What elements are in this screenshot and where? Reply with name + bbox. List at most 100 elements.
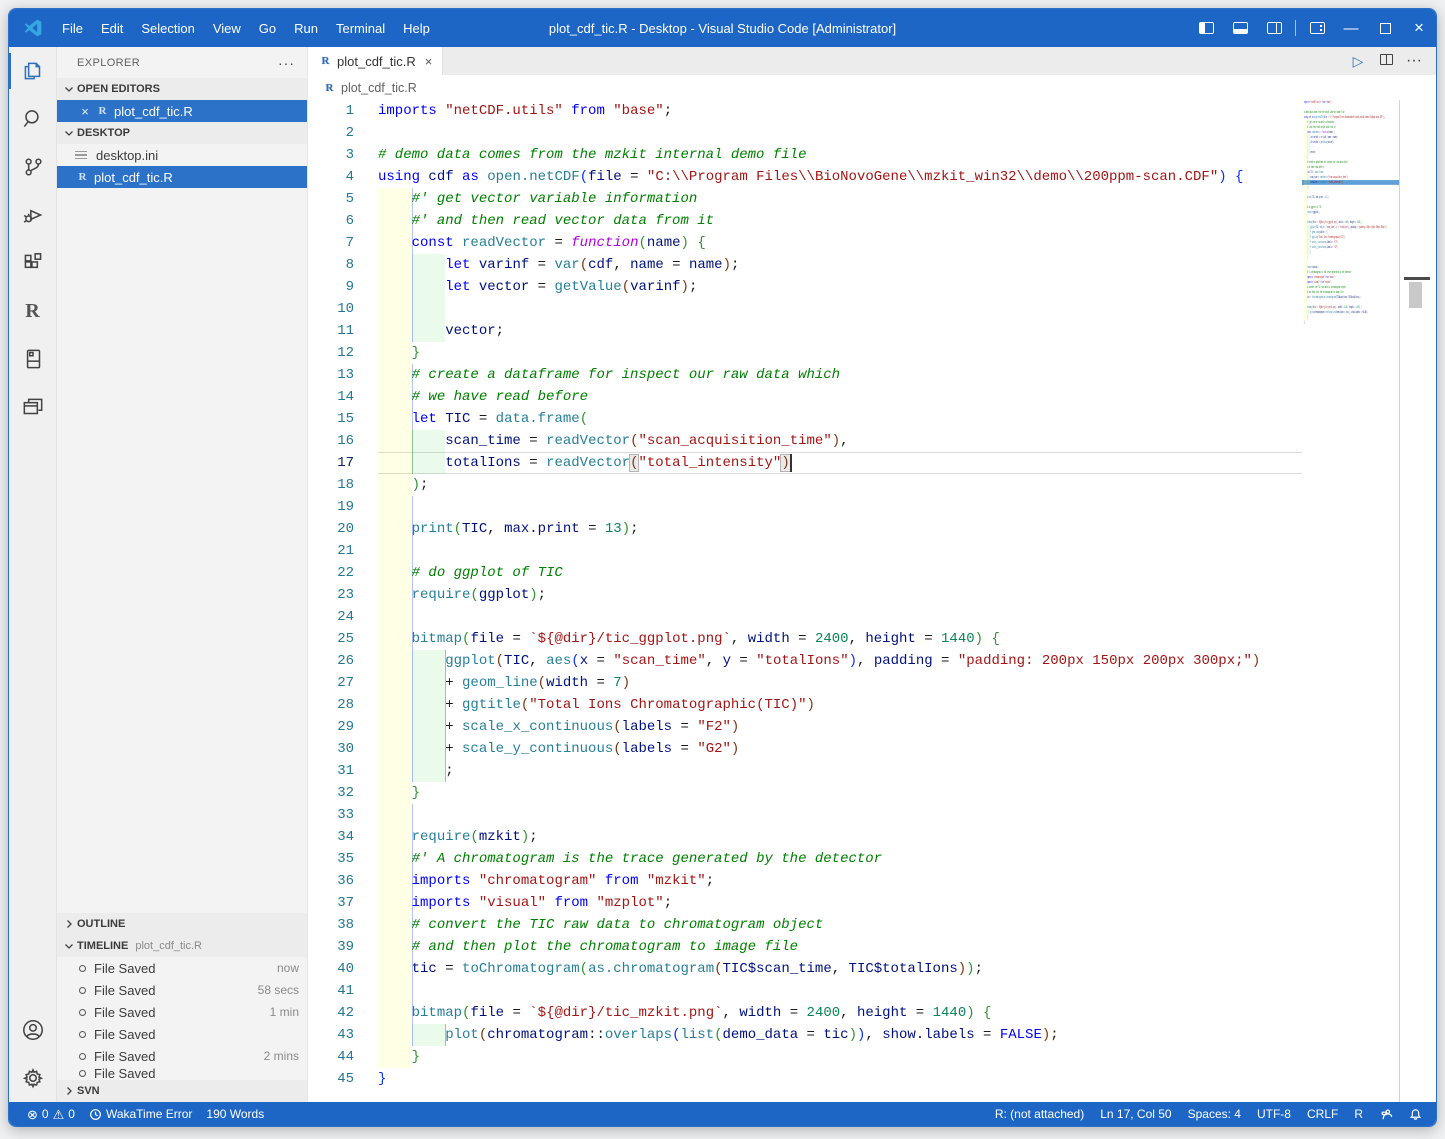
language-mode-status[interactable]: R [1354, 1107, 1363, 1121]
minimap[interactable]: imports "netCDF.utils" from "base";# dem… [1302, 100, 1399, 1102]
sidebar-item-run-debug[interactable] [9, 191, 57, 239]
menu-edit[interactable]: Edit [92, 9, 132, 47]
code-line[interactable]: const readVector = function(name) { [378, 232, 1302, 254]
tab-plot-cdf-tic[interactable]: R plot_cdf_tic.R × [308, 47, 443, 75]
code-line[interactable]: } [378, 782, 1302, 804]
code-line[interactable]: bitmap(file = `${@dir}/tic_mzkit.png`, w… [378, 1002, 1302, 1024]
code-line[interactable] [378, 804, 1302, 826]
sidebar-item-extensions[interactable] [9, 239, 57, 287]
section-desktop[interactable]: DESKTOP [57, 122, 307, 144]
code-line[interactable]: #' A chromatogram is the trace generated… [378, 848, 1302, 870]
sidebar-item-plot-viewer[interactable] [9, 383, 57, 431]
code-line[interactable]: imports "netCDF.utils" from "base"; [378, 100, 1302, 122]
sidebar-item-r[interactable]: R [9, 287, 57, 335]
account-button[interactable] [9, 1006, 57, 1054]
code-line[interactable]: require(ggplot); [378, 584, 1302, 606]
minimize-button[interactable]: — [1334, 9, 1368, 47]
timeline-item[interactable]: File Saved [57, 1023, 307, 1045]
breadcrumb[interactable]: R plot_cdf_tic.R [308, 75, 1436, 100]
toggle-secondary-sidebar-icon[interactable] [1257, 9, 1291, 47]
code-line[interactable]: using cdf as open.netCDF(file = "C:\\Pro… [378, 166, 1302, 188]
code-area[interactable]: imports "netCDF.utils" from "base";# dem… [378, 100, 1302, 1102]
indentation-status[interactable]: Spaces: 4 [1188, 1107, 1241, 1121]
code-line[interactable]: ; [378, 760, 1302, 782]
code-line[interactable]: bitmap(file = `${@dir}/tic_ggplot.png`, … [378, 628, 1302, 650]
code-line[interactable]: scan_time = readVector("scan_acquisition… [378, 430, 1302, 452]
file-item-desktop-ini[interactable]: desktop.ini [57, 144, 307, 166]
code-editor[interactable]: 1234567891011121314151617181920212223242… [308, 100, 1302, 1102]
code-line[interactable]: } [378, 1068, 1302, 1090]
code-line[interactable]: let TIC = data.frame( [378, 408, 1302, 430]
run-source-button[interactable]: ▷ [1346, 53, 1370, 70]
timeline-item[interactable]: File Saved [57, 1067, 307, 1080]
close-icon[interactable]: × [77, 104, 93, 119]
feedback-button[interactable] [1379, 1108, 1393, 1121]
code-line[interactable]: imports "visual" from "mzplot"; [378, 892, 1302, 914]
maximize-button[interactable] [1368, 9, 1402, 47]
code-line[interactable]: #' get vector variable information [378, 188, 1302, 210]
menu-terminal[interactable]: Terminal [327, 9, 394, 47]
section-svn[interactable]: SVN [57, 1080, 307, 1102]
close-button[interactable]: × [1402, 9, 1436, 47]
menu-go[interactable]: Go [250, 9, 285, 47]
code-line[interactable]: + geom_line(width = 7) [378, 672, 1302, 694]
r-session-status[interactable]: R: (not attached) [995, 1107, 1084, 1121]
section-timeline[interactable]: TIMELINE plot_cdf_tic.R [57, 935, 307, 957]
problems-button[interactable]: ⊗ 0 ⚠ 0 [27, 1107, 75, 1121]
code-line[interactable] [378, 496, 1302, 518]
sidebar-item-explorer[interactable] [9, 47, 57, 95]
split-editor-button[interactable] [1374, 52, 1398, 70]
code-line[interactable]: # and then plot the chromatogram to imag… [378, 936, 1302, 958]
code-line[interactable]: + scale_x_continuous(labels = "F2") [378, 716, 1302, 738]
code-line[interactable]: } [378, 1046, 1302, 1068]
eol-status[interactable]: CRLF [1307, 1107, 1338, 1121]
code-line[interactable]: # convert the TIC raw data to chromatogr… [378, 914, 1302, 936]
code-line[interactable] [378, 298, 1302, 320]
code-line[interactable]: tic = toChromatogram(as.chromatogram(TIC… [378, 958, 1302, 980]
code-line[interactable]: let vector = getValue(varinf); [378, 276, 1302, 298]
close-icon[interactable]: × [425, 54, 433, 69]
scrollbar-thumb[interactable] [1409, 282, 1422, 308]
timeline-item[interactable]: File Saved 2 mins [57, 1045, 307, 1067]
code-line[interactable]: print(TIC, max.print = 13); [378, 518, 1302, 540]
menu-run[interactable]: Run [285, 9, 327, 47]
code-line[interactable]: # do ggplot of TIC [378, 562, 1302, 584]
code-line[interactable]: # we have read before [378, 386, 1302, 408]
code-line[interactable]: ggplot(TIC, aes(x = "scan_time", y = "to… [378, 650, 1302, 672]
customize-layout-icon[interactable] [1300, 9, 1334, 47]
menu-selection[interactable]: Selection [132, 9, 203, 47]
code-line[interactable]: + scale_y_continuous(labels = "G2") [378, 738, 1302, 760]
code-line[interactable]: } [378, 342, 1302, 364]
code-line[interactable]: plot(chromatogram::overlaps(list(demo_da… [378, 1024, 1302, 1046]
wakatime-status[interactable]: WakaTime Error [89, 1107, 192, 1121]
code-area[interactable]: imports "netCDF.utils" from "base";# dem… [1304, 100, 1398, 325]
menu-file[interactable]: File [53, 9, 92, 47]
section-outline[interactable]: OUTLINE [57, 913, 307, 935]
code-line[interactable]: #' and then read vector data from it [378, 210, 1302, 232]
file-item-plot-cdf-tic[interactable]: R plot_cdf_tic.R [57, 166, 307, 188]
code-line[interactable]: imports "chromatogram" from "mzkit"; [378, 870, 1302, 892]
sidebar-item-help-viewer[interactable] [9, 335, 57, 383]
code-line[interactable]: totalIons = readVector("total_intensity"… [378, 452, 1302, 474]
code-line[interactable]: # create a dataframe for inspect our raw… [378, 364, 1302, 386]
toggle-panel-icon[interactable] [1223, 9, 1257, 47]
encoding-status[interactable]: UTF-8 [1257, 1107, 1291, 1121]
sidebar-item-search[interactable] [9, 95, 57, 143]
open-editor-item[interactable]: × R plot_cdf_tic.R [57, 100, 307, 122]
cursor-position-status[interactable]: Ln 17, Col 50 [1100, 1107, 1171, 1121]
code-line[interactable]: ); [378, 474, 1302, 496]
code-line[interactable] [378, 122, 1302, 144]
code-line[interactable] [378, 540, 1302, 562]
code-line[interactable] [378, 980, 1302, 1002]
notifications-button[interactable] [1409, 1108, 1422, 1121]
code-line[interactable]: + ggtitle("Total Ions Chromatographic(TI… [378, 694, 1302, 716]
timeline-item[interactable]: File Saved now [57, 957, 307, 979]
sidebar-item-source-control[interactable] [9, 143, 57, 191]
overview-ruler[interactable] [1399, 100, 1436, 1102]
section-open-editors[interactable]: OPEN EDITORS [57, 78, 307, 100]
timeline-item[interactable]: File Saved 58 secs [57, 979, 307, 1001]
settings-button[interactable] [9, 1054, 57, 1102]
editor-more-actions[interactable]: ··· [1402, 52, 1426, 70]
code-line[interactable] [378, 606, 1302, 628]
code-line[interactable]: } [1304, 320, 1398, 325]
